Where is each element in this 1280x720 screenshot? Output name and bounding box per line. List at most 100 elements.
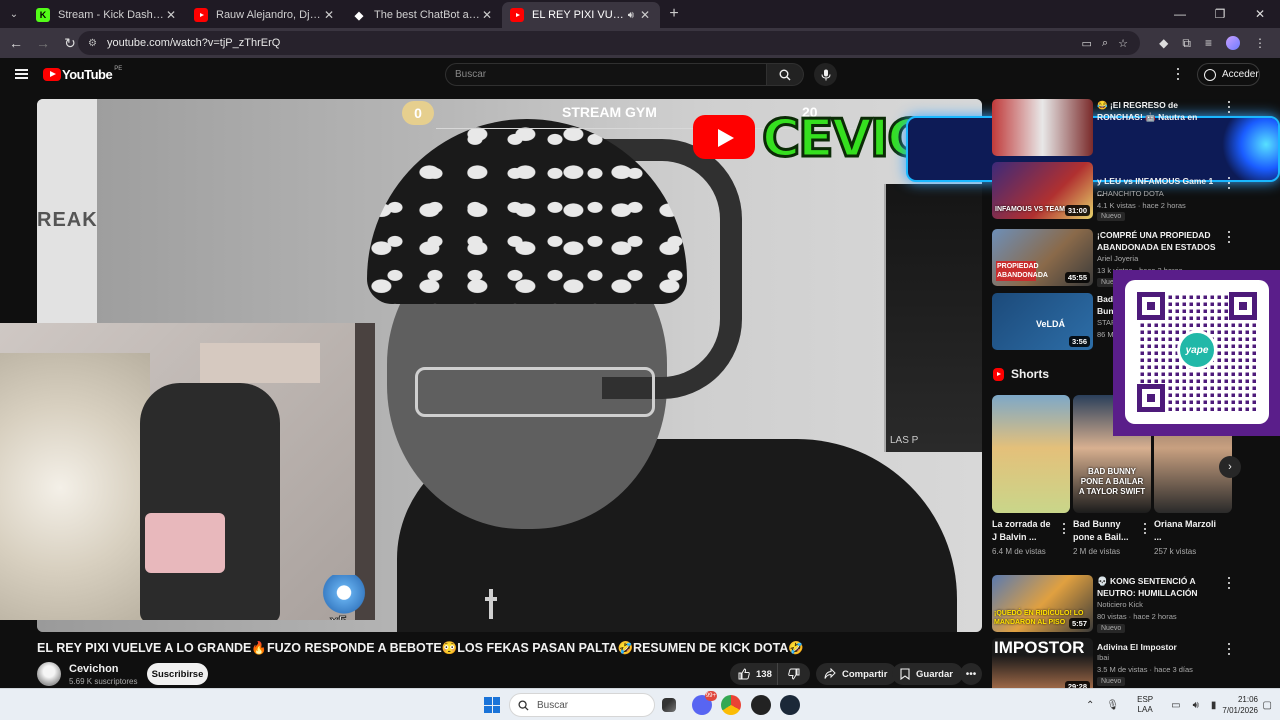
volume-icon[interactable]: 🔊︎ xyxy=(1193,700,1199,711)
steam-icon[interactable] xyxy=(780,695,800,715)
tab-kick-dashboard[interactable]: K Stream - Kick Dashboard ✕ xyxy=(28,2,186,28)
recommendation-item[interactable]: ¡QUEDÓ EN RIDÍCULO! LO MANDARON AL PISO … xyxy=(992,575,1240,633)
score-title: STREAM GYM xyxy=(562,104,657,120)
discord-icon[interactable]: 99+ xyxy=(692,691,717,715)
profile-avatar[interactable] xyxy=(1226,36,1240,50)
window-controls: — ❐ ✕ xyxy=(1160,0,1280,28)
new-tab-button[interactable]: + xyxy=(660,5,688,23)
chevron-up-icon[interactable]: ⌃ xyxy=(1086,700,1094,711)
christmas-tree xyxy=(0,353,150,620)
close-tab-icon[interactable]: ✕ xyxy=(638,8,652,22)
channel-name[interactable]: Cevichon xyxy=(69,663,119,675)
gaming-chair xyxy=(140,383,280,620)
more-actions-icon[interactable]: ••• xyxy=(960,663,982,685)
close-tab-icon[interactable]: ✕ xyxy=(480,8,494,22)
kick-icon: K xyxy=(36,8,50,22)
dislike-button[interactable] xyxy=(778,668,810,680)
webcam-overlay: x5 xyxy=(0,323,375,620)
short-menu-icon[interactable] xyxy=(1143,523,1147,534)
item-menu-icon[interactable] xyxy=(1226,231,1232,243)
shorts-icon xyxy=(993,367,1004,381)
close-tab-icon[interactable]: ✕ xyxy=(322,8,336,22)
shorts-next-button[interactable]: › xyxy=(1219,456,1241,478)
bookmark-star-icon[interactable]: ☆ xyxy=(1118,37,1128,50)
mic-icon[interactable]: 🎙︎ xyxy=(1106,700,1119,711)
item-menu-icon[interactable] xyxy=(1226,643,1232,655)
task-view-icon[interactable] xyxy=(662,698,676,712)
chrome-menu-icon[interactable]: ⋮ xyxy=(1254,36,1266,50)
obs-icon[interactable] xyxy=(751,695,771,715)
language-indicator[interactable]: ESP LAA xyxy=(1137,695,1153,715)
taskbar-search[interactable]: Buscar xyxy=(509,693,655,717)
thumbs-up-icon xyxy=(738,668,750,680)
reading-list-icon[interactable]: ≡ xyxy=(1205,36,1212,50)
qr-code: yape xyxy=(1137,292,1257,412)
close-window-icon[interactable]: ✕ xyxy=(1240,7,1280,21)
puzzle-icon[interactable]: ⧉ xyxy=(1182,36,1191,51)
video-thumbnail[interactable]: ¡QUEDÓ EN RIDÍCULO! LO MANDARON AL PISO … xyxy=(992,575,1093,632)
address-bar[interactable]: ⚙ youtube.com/watch?v=tjP_zThrErQ ▭ ⌕ ☆ xyxy=(78,31,1140,55)
back-icon[interactable]: ← xyxy=(4,31,28,55)
share-icon xyxy=(824,668,836,679)
screen: ⌄ K Stream - Kick Dashboard ✕ Rauw Aleja… xyxy=(0,0,1280,720)
video-thumbnail[interactable]: PROPIEDAD ABANDONADA 45:55 xyxy=(992,229,1093,286)
url-text: youtube.com/watch?v=tjP_zThrErQ xyxy=(106,37,281,49)
item-menu-icon[interactable] xyxy=(1226,101,1232,113)
share-button[interactable]: Compartir xyxy=(816,663,898,685)
tab-chatbot-widgets[interactable]: ◆ The best ChatBot and Widgets ✕ xyxy=(344,2,502,28)
tab-rauw-alejandro[interactable]: Rauw Alejandro, Dj Playero - Di ✕ xyxy=(186,2,344,28)
short-menu-icon[interactable] xyxy=(1062,523,1066,534)
voice-search-button[interactable] xyxy=(814,63,837,86)
forward-icon[interactable]: → xyxy=(31,31,55,55)
search-button[interactable] xyxy=(767,63,804,86)
tab-search-button[interactable]: ⌄ xyxy=(0,0,28,28)
close-tab-icon[interactable]: ✕ xyxy=(164,8,178,22)
battery-icon[interactable]: ▮ xyxy=(1211,700,1217,711)
cross-pendant xyxy=(485,589,497,619)
channel-avatar[interactable] xyxy=(37,662,61,686)
qr-overlay: yape xyxy=(1113,270,1280,436)
big-play-icon[interactable] xyxy=(693,115,755,159)
extension-icon[interactable]: ◆ xyxy=(1159,36,1168,50)
video-thumbnail[interactable]: IMPOSTOR 29:28 xyxy=(992,638,1093,695)
search-input[interactable] xyxy=(445,63,767,86)
video-thumbnail[interactable]: VeLDÁ 3:56 xyxy=(992,293,1093,350)
qr-finder xyxy=(1137,292,1165,320)
extensions-area: ◆ ⧉ ≡ ⋮ xyxy=(1159,28,1280,58)
streamer-glasses xyxy=(415,367,655,417)
network-icon[interactable]: ▭ xyxy=(1171,700,1180,711)
recommendation-item[interactable]: INFAMOUS VS TEAM... 31:00 y LEU vs INFAM… xyxy=(992,162,1240,221)
chrome-icon[interactable] xyxy=(721,695,741,715)
youtube-logo[interactable]: YouTube PE xyxy=(43,66,122,82)
video-title: EL REY PIXI VUELVE A LO GRANDE🔥FUZO RESP… xyxy=(37,641,804,655)
qr-finder xyxy=(1137,384,1165,412)
short-thumbnail[interactable] xyxy=(992,395,1070,513)
like-button[interactable]: 138 xyxy=(730,663,778,685)
pink-bag xyxy=(145,513,225,573)
video-thumbnail[interactable]: INFAMOUS VS TEAM... 31:00 xyxy=(992,162,1093,219)
search-icon xyxy=(779,69,791,80)
speaker-icon[interactable]: 🔊︎ xyxy=(628,10,634,21)
system-tray: ⌃ 🎙︎ ESP LAA ▭ 🔊︎ ▮ 21:06 7/01/2026 ▢ xyxy=(1080,689,1280,720)
sign-in-button[interactable]: Acceder xyxy=(1197,63,1260,86)
cast-icon[interactable]: ▭ xyxy=(1082,37,1092,50)
tab-current-video[interactable]: EL REY PIXI VUELVE A LO G 🔊︎ ✕ xyxy=(502,2,660,28)
save-button[interactable]: Guardar xyxy=(892,663,963,685)
botrix-icon: ◆ xyxy=(354,9,364,22)
clock[interactable]: 21:06 7/01/2026 xyxy=(1222,694,1258,716)
item-menu-icon[interactable] xyxy=(1226,577,1232,589)
restore-icon[interactable]: ❐ xyxy=(1200,7,1240,21)
site-info-icon[interactable]: ⚙ xyxy=(88,38,97,49)
video-thumbnail[interactable] xyxy=(992,99,1093,156)
youtube-play-icon xyxy=(43,68,61,81)
item-menu-icon[interactable] xyxy=(1226,177,1232,189)
subscribe-button[interactable]: Suscribirse xyxy=(147,663,208,685)
zoom-icon[interactable]: ⌕ xyxy=(1102,37,1108,50)
short-item[interactable]: La zorrada de J Balvin ... 6.4 M de vist… xyxy=(992,395,1070,556)
recommendation-item[interactable]: 😂 ¡El REGRESO de RONCHAS! 🤖 Nautra en SL… xyxy=(992,99,1240,157)
settings-kebab-icon[interactable] xyxy=(1172,66,1184,82)
windows-start-icon[interactable] xyxy=(484,697,500,713)
minimize-icon[interactable]: — xyxy=(1160,7,1200,21)
notifications-icon[interactable]: ▢ xyxy=(1263,700,1272,711)
menu-icon[interactable] xyxy=(15,69,28,79)
